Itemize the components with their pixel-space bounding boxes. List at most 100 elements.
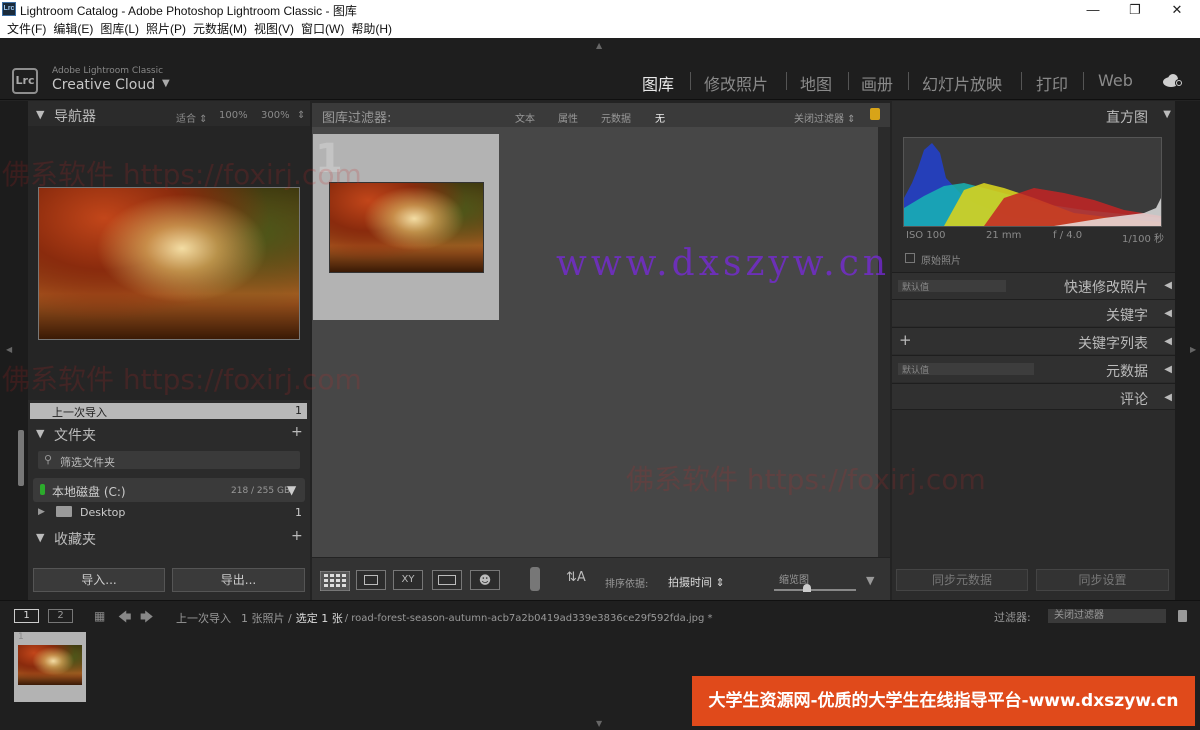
- lrc-logo: Lrc: [12, 68, 38, 94]
- menu-metadata[interactable]: 元数据(M): [193, 20, 247, 37]
- filmstrip-count: 1 张照片 /: [241, 612, 292, 625]
- module-print[interactable]: 打印: [1036, 71, 1068, 95]
- module-library[interactable]: 图库: [642, 71, 674, 95]
- minimize-button[interactable]: —: [1070, 0, 1116, 19]
- menu-library[interactable]: 图库(L): [100, 20, 139, 37]
- loupe-view-icon[interactable]: [356, 570, 386, 590]
- histogram-collapse-icon[interactable]: ▼: [1163, 109, 1171, 120]
- close-button[interactable]: ✕: [1154, 0, 1200, 19]
- painter-icon[interactable]: [530, 567, 540, 591]
- collapse-right-arrow[interactable]: ▶: [1190, 345, 1196, 354]
- folders-title: 文件夹: [54, 428, 96, 444]
- right-edge: [1175, 101, 1200, 600]
- nav-zoom-fit[interactable]: 适合 ⇕: [176, 110, 208, 125]
- grid-view-icon[interactable]: [319, 570, 351, 592]
- nav-zoom-dropdown-icon[interactable]: ⇕: [297, 110, 305, 121]
- back-arrow-icon[interactable]: 🡄: [118, 608, 131, 630]
- comments-expand-icon[interactable]: ◀: [1164, 392, 1172, 403]
- forward-arrow-icon[interactable]: 🡆: [140, 608, 153, 630]
- folder-search-icon: ⚲: [44, 453, 53, 466]
- histogram-graph[interactable]: [903, 137, 1162, 227]
- cloud-sync-icon[interactable]: [1162, 72, 1184, 88]
- menu-help[interactable]: 帮助(H): [351, 20, 392, 37]
- metadata-preset-value: 默认值: [902, 366, 930, 376]
- folder-icon: [56, 506, 72, 517]
- quick-develop-preset-value: 默认值: [902, 283, 930, 293]
- menu-view[interactable]: 视图(V): [254, 20, 294, 37]
- module-web[interactable]: Web: [1098, 71, 1133, 90]
- module-book[interactable]: 画册: [861, 71, 893, 95]
- module-develop[interactable]: 修改照片: [704, 71, 768, 95]
- navigator-collapse-icon[interactable]: ▼: [36, 108, 44, 121]
- metadata-preset-select[interactable]: 默认值: [898, 363, 1034, 376]
- thumbnail-size-handle[interactable]: [803, 584, 811, 592]
- left-scrollbar[interactable]: [18, 430, 24, 486]
- close-filter-dropdown[interactable]: 关闭过滤器 ⇕: [794, 110, 856, 125]
- compare-view-icon[interactable]: XY: [393, 570, 423, 590]
- add-keyword-icon[interactable]: +: [899, 331, 912, 349]
- collections-collapse-icon[interactable]: ▼: [36, 531, 44, 544]
- nav-zoom-300[interactable]: 300%: [261, 110, 290, 121]
- filter-none-tab[interactable]: 无: [655, 110, 665, 125]
- window-title: Lightroom Catalog - Adobe Photoshop Ligh…: [20, 4, 357, 18]
- original-photo-checkbox[interactable]: [905, 253, 915, 263]
- watermark-foxirj-2: 佛系软件 https://foxirj.com: [2, 363, 362, 396]
- drive-size: 218 / 255 GB: [231, 486, 291, 496]
- add-folder-icon[interactable]: +: [291, 424, 303, 440]
- filmstrip-lock-icon[interactable]: [1178, 610, 1187, 622]
- watermark-banner: 大学生资源网-优质的大学生在线指导平台-www.dxszyw.cn: [692, 676, 1195, 726]
- module-separator: [1021, 72, 1022, 90]
- toolbar-options-icon[interactable]: ▼: [866, 574, 874, 587]
- keywords-title: 关键字: [1106, 308, 1148, 324]
- collapse-top-arrow[interactable]: ▲: [596, 41, 602, 50]
- sort-dropdown[interactable]: 拍摄时间 ⇕: [668, 574, 725, 590]
- menu-photo[interactable]: 照片(P): [146, 20, 186, 37]
- sort-direction-icon[interactable]: ⇅A: [566, 570, 586, 585]
- keywords-expand-icon[interactable]: ◀: [1164, 308, 1172, 319]
- maximize-button[interactable]: ❐: [1112, 0, 1158, 19]
- drive-dropdown-icon[interactable]: ▼: [287, 483, 296, 497]
- thumbnail-size-slider[interactable]: [774, 589, 856, 591]
- filmstrip-selected: 选定 1 张: [295, 612, 343, 625]
- grid-thumbnail-image[interactable]: [329, 182, 484, 273]
- sync-settings-button[interactable]: 同步设置: [1036, 569, 1169, 591]
- module-map[interactable]: 地图: [800, 71, 832, 95]
- folder-count: 1: [295, 506, 302, 519]
- add-collection-icon[interactable]: +: [291, 528, 303, 544]
- quick-develop-expand-icon[interactable]: ◀: [1164, 280, 1172, 291]
- filmstrip-thumbnail-image[interactable]: [18, 645, 82, 685]
- filter-attribute-tab[interactable]: 属性: [558, 110, 578, 125]
- identity-dropdown-icon[interactable]: ▼: [162, 78, 170, 89]
- lock-icon[interactable]: [870, 108, 880, 120]
- folders-collapse-icon[interactable]: ▼: [36, 427, 44, 440]
- people-view-icon[interactable]: ☻: [470, 570, 500, 590]
- menu-window[interactable]: 窗口(W): [301, 20, 344, 37]
- survey-view-icon[interactable]: [432, 570, 462, 590]
- collapse-bottom-arrow[interactable]: ▼: [596, 719, 602, 728]
- import-button[interactable]: 导入...: [33, 568, 165, 592]
- second-screen-button[interactable]: 2: [48, 609, 73, 623]
- histogram-focal-length: 21 mm: [986, 230, 1022, 241]
- folder-expand-icon[interactable]: ▶: [38, 507, 45, 517]
- keyword-list-expand-icon[interactable]: ◀: [1164, 336, 1172, 347]
- filmstrip-source[interactable]: 上一次导入: [176, 610, 231, 626]
- filmstrip-filename: / road-forest-season-autumn-acb7a2b0419a…: [344, 612, 713, 624]
- metadata-expand-icon[interactable]: ◀: [1164, 364, 1172, 375]
- folder-name[interactable]: Desktop: [80, 506, 125, 519]
- sync-metadata-button[interactable]: 同步元数据: [896, 569, 1028, 591]
- export-button[interactable]: 导出...: [172, 568, 305, 592]
- main-screen-button[interactable]: 1: [14, 609, 39, 623]
- keyword-list-title: 关键字列表: [1078, 336, 1148, 352]
- navigator-preview-image[interactable]: [38, 187, 300, 340]
- module-slideshow[interactable]: 幻灯片放映: [922, 71, 1002, 95]
- histogram-aperture: f / 4.0: [1053, 230, 1083, 241]
- quick-develop-preset-select[interactable]: 默认值: [898, 280, 1006, 293]
- nav-zoom-100[interactable]: 100%: [219, 110, 248, 121]
- filter-metadata-tab[interactable]: 元数据: [601, 110, 631, 125]
- menu-file[interactable]: 文件(F): [7, 20, 46, 37]
- collapse-left-arrow[interactable]: ◀: [6, 345, 12, 354]
- filter-text-tab[interactable]: 文本: [515, 110, 535, 125]
- menu-edit[interactable]: 编辑(E): [53, 20, 93, 37]
- filmstrip-grid-icon[interactable]: ▦: [94, 609, 105, 623]
- filmstrip-filter-select[interactable]: 关闭过滤器: [1048, 609, 1166, 623]
